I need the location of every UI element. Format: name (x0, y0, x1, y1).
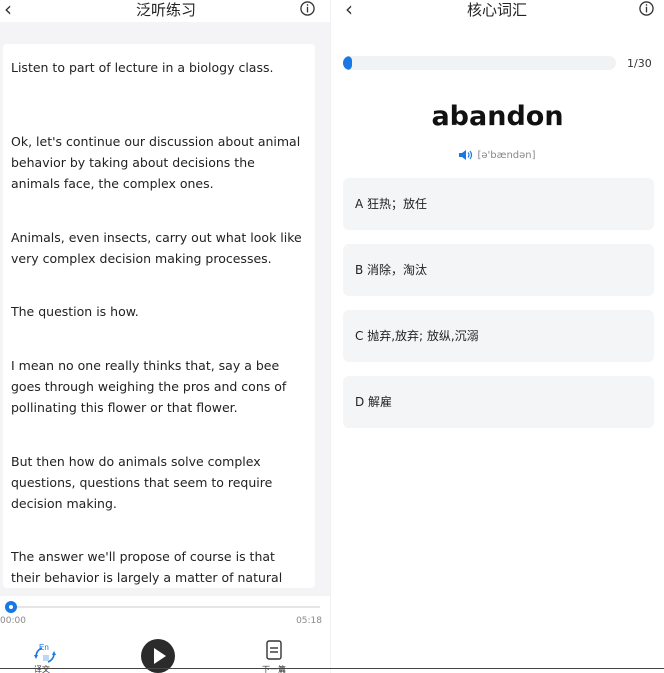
answer-option-b[interactable]: B 消除，淘汰 (343, 244, 654, 296)
transcript-paragraph: Animals, even insects, carry out what lo… (11, 230, 302, 266)
svg-text:En: En (39, 643, 49, 652)
answer-option-a[interactable]: A 狂热；放任 (343, 178, 654, 230)
quiz-progress-fill (343, 56, 353, 70)
transcript-paragraph: Ok, let's continue our discussion about … (11, 134, 301, 191)
app-root: ‹ 泛听练习 Listen to part of lecture in a bi… (0, 0, 664, 673)
total-time: 05:18 (296, 616, 322, 626)
listening-title: 泛听练习 (136, 1, 197, 19)
speaker-icon[interactable] (459, 150, 473, 160)
back-icon[interactable]: ‹ (345, 0, 361, 20)
transcript-paragraph: I mean no one really thinks that, say a … (11, 358, 287, 415)
transcript-paragraph: The answer we'll propose of course is th… (11, 549, 283, 585)
answer-option-d[interactable]: D 解雇 (343, 376, 654, 428)
transcript-paragraph: But then how do animals solve complex qu… (11, 454, 273, 511)
option-label: D 解雇 (355, 395, 393, 409)
back-icon[interactable]: ‹ (4, 0, 20, 20)
bottom-divider (0, 668, 664, 669)
pronunciation-row[interactable]: [ə'bændən] (331, 149, 664, 163)
vocabulary-title: 核心词汇 (467, 1, 528, 19)
audio-progress: 00:00 05:18 (0, 596, 330, 636)
transcript-card[interactable]: Listen to part of lecture in a biology c… (3, 44, 315, 588)
option-label: C 抛弃,放弃; 放纵,沉溺 (355, 329, 479, 343)
info-icon[interactable] (639, 1, 654, 16)
answer-option-c[interactable]: C 抛弃,放弃; 放纵,沉溺 (343, 310, 654, 362)
option-label: B 消除，淘汰 (355, 263, 428, 277)
listening-panel: ‹ 泛听练习 Listen to part of lecture in a bi… (0, 0, 330, 673)
quiz-progress-count: 1/30 (627, 57, 652, 70)
audio-progress-handle[interactable] (5, 601, 17, 613)
next-article-icon[interactable] (266, 640, 282, 660)
vocab-word: abandon (431, 101, 564, 132)
audio-progress-track[interactable] (12, 606, 320, 608)
option-label: A 狂热；放任 (355, 197, 428, 211)
quiz-progress-bar (343, 56, 616, 70)
vocabulary-panel: ‹ 核心词汇 1/30 abandon [ə'bændən] A 狂热；放任 B… (331, 0, 664, 673)
phonetic-text: [ə'bændən] (477, 150, 536, 161)
current-time: 00:00 (0, 616, 26, 626)
transcript-paragraph: The question is how. (11, 304, 139, 319)
transcript-paragraph: Listen to part of lecture in a biology c… (11, 60, 274, 75)
info-icon[interactable] (300, 1, 315, 16)
listening-header: ‹ 泛听练习 (0, 0, 330, 22)
